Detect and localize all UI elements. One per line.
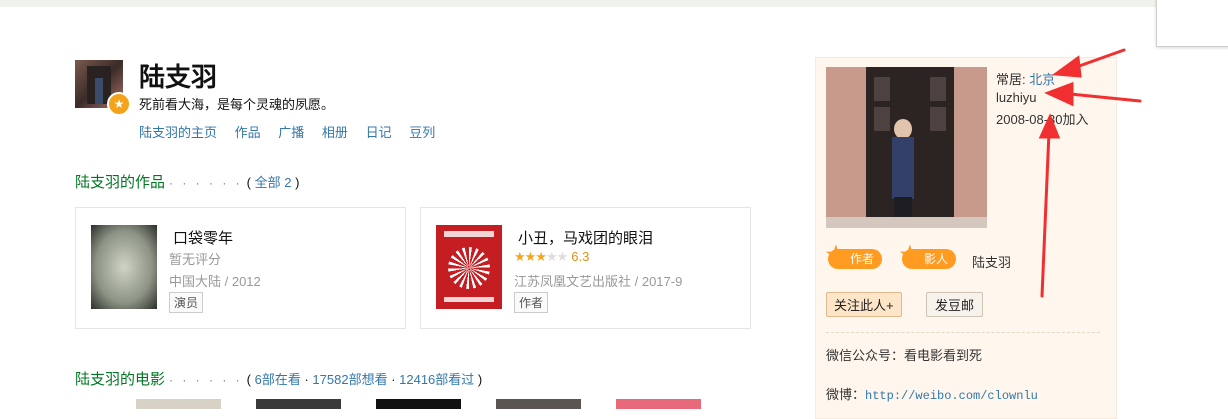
- profile-photo[interactable]: [826, 67, 987, 228]
- star-icon: ☆: [900, 242, 921, 267]
- cover-band: [444, 231, 494, 237]
- movies-watching-link[interactable]: 6部在看: [255, 372, 301, 387]
- join-date: 2008-08-30加入: [996, 112, 1089, 127]
- movie-poster[interactable]: [256, 399, 341, 409]
- profile-motto: 死前看大海，是每个灵魂的夙愿。: [139, 97, 335, 112]
- profile-sidebar: 常居: 北京 luzhiyu 2008-08-30加入 ☆ 作者 ☆ 影人 陆支羽 …: [815, 57, 1117, 419]
- sidebar-divider: [826, 332, 1100, 333]
- work-meta-2: 江苏凤凰文艺出版社 / 2017-9: [514, 274, 683, 289]
- movie-poster[interactable]: [136, 399, 221, 409]
- movie-poster[interactable]: [496, 399, 581, 409]
- work-card-2[interactable]: 小丑，马戏团的眼泪 ★★★★★ 6.3 江苏凤凰文艺出版社 / 2017-9 作者: [420, 207, 751, 329]
- cover-fan: [448, 247, 490, 289]
- photo-pane: [874, 107, 890, 131]
- works-all-link[interactable]: 全部 2: [255, 175, 292, 190]
- photo-pane: [930, 77, 946, 101]
- nav-works[interactable]: 作品: [235, 125, 261, 140]
- works-count: ( 全部 2 ): [246, 175, 300, 190]
- nav-doulist[interactable]: 豆列: [409, 125, 435, 140]
- rating-score: 6.3: [571, 249, 590, 264]
- nav-album[interactable]: 相册: [322, 125, 348, 140]
- cover-foot: [444, 297, 494, 302]
- wechat-info: 微信公众号：看电影看到死: [826, 348, 983, 363]
- movies-section-title: 陆支羽的电影 · · · · · ·( 6部在看 · 17582部想看 · 124…: [75, 368, 482, 389]
- work-rating-2: ★★★★★ 6.3: [514, 249, 589, 265]
- star-icon: ☆: [826, 242, 847, 267]
- work-cover-2[interactable]: [436, 225, 502, 309]
- author-tag-label: 作者: [850, 252, 875, 266]
- profile-nav: 陆支羽的主页 作品 广播 相册 日记 豆列: [139, 122, 449, 141]
- film-person-tag[interactable]: ☆ 影人: [900, 243, 957, 269]
- follow-button[interactable]: 关注此人+: [826, 292, 902, 317]
- residence-label: 常居:: [996, 72, 1026, 87]
- nav-diary[interactable]: 日记: [366, 125, 392, 140]
- popup-box: [1156, 0, 1228, 47]
- residence-line: 常居: 北京: [996, 69, 1055, 88]
- film-tag-label: 影人: [924, 252, 949, 266]
- work-card-1[interactable]: 口袋零年 暂无评分 中国大陆 / 2012 演员: [75, 207, 406, 329]
- page-title: 陆支羽: [139, 62, 218, 92]
- works-heading: 陆支羽的作品: [75, 174, 166, 191]
- avatar-person: [95, 78, 103, 104]
- residence-city-link[interactable]: 北京: [1029, 72, 1055, 87]
- work-cover-1[interactable]: [91, 225, 157, 309]
- work-role-2: 作者: [514, 292, 549, 313]
- nav-home[interactable]: 陆支羽的主页: [139, 125, 217, 140]
- movies-heading: 陆支羽的电影: [75, 371, 166, 388]
- rating-stars: ★★★★★: [514, 249, 568, 264]
- star-empty-icon: ★★: [545, 249, 568, 264]
- weibo-link[interactable]: http://weibo.com/clownlu: [865, 389, 1038, 403]
- dots-divider: · · · · · ·: [169, 176, 243, 190]
- user-id: luzhiyu: [996, 90, 1037, 105]
- author-tag[interactable]: ☆ 作者: [826, 243, 883, 269]
- movies-counts: ( 6部在看 · 17582部想看 · 12416部看过 ): [246, 372, 483, 387]
- photo-floor: [826, 217, 987, 228]
- photo-body: [892, 137, 914, 199]
- tag-person-name: 陆支羽: [972, 255, 1012, 270]
- weibo-label: 微博：: [826, 387, 866, 402]
- photo-pane: [930, 107, 946, 131]
- work-title-1[interactable]: 口袋零年: [173, 227, 233, 248]
- work-role-1: 演员: [169, 292, 204, 313]
- works-section-title: 陆支羽的作品 · · · · · ·( 全部 2 ): [75, 171, 299, 192]
- movie-poster[interactable]: [616, 399, 701, 409]
- photo-pane: [874, 77, 890, 101]
- photo-head: [894, 119, 912, 139]
- work-rating-1: 暂无评分: [169, 252, 222, 267]
- nav-broadcast[interactable]: 广播: [278, 125, 304, 140]
- work-title-2[interactable]: 小丑，马戏团的眼泪: [518, 227, 653, 248]
- verified-star-icon: ★: [107, 92, 131, 116]
- movie-poster[interactable]: [376, 399, 461, 409]
- top-bar: [0, 0, 1228, 7]
- dots-divider: · · · · · ·: [169, 373, 243, 387]
- star-icon: ★★★: [514, 249, 547, 264]
- movies-watched-link[interactable]: 12416部看过: [399, 372, 474, 387]
- send-mail-button[interactable]: 发豆邮: [926, 292, 984, 317]
- movies-wish-link[interactable]: 17582部想看: [312, 372, 387, 387]
- weibo-info: 微博：http://weibo.com/clownlu: [826, 384, 1038, 403]
- work-meta-1: 中国大陆 / 2012: [169, 274, 261, 289]
